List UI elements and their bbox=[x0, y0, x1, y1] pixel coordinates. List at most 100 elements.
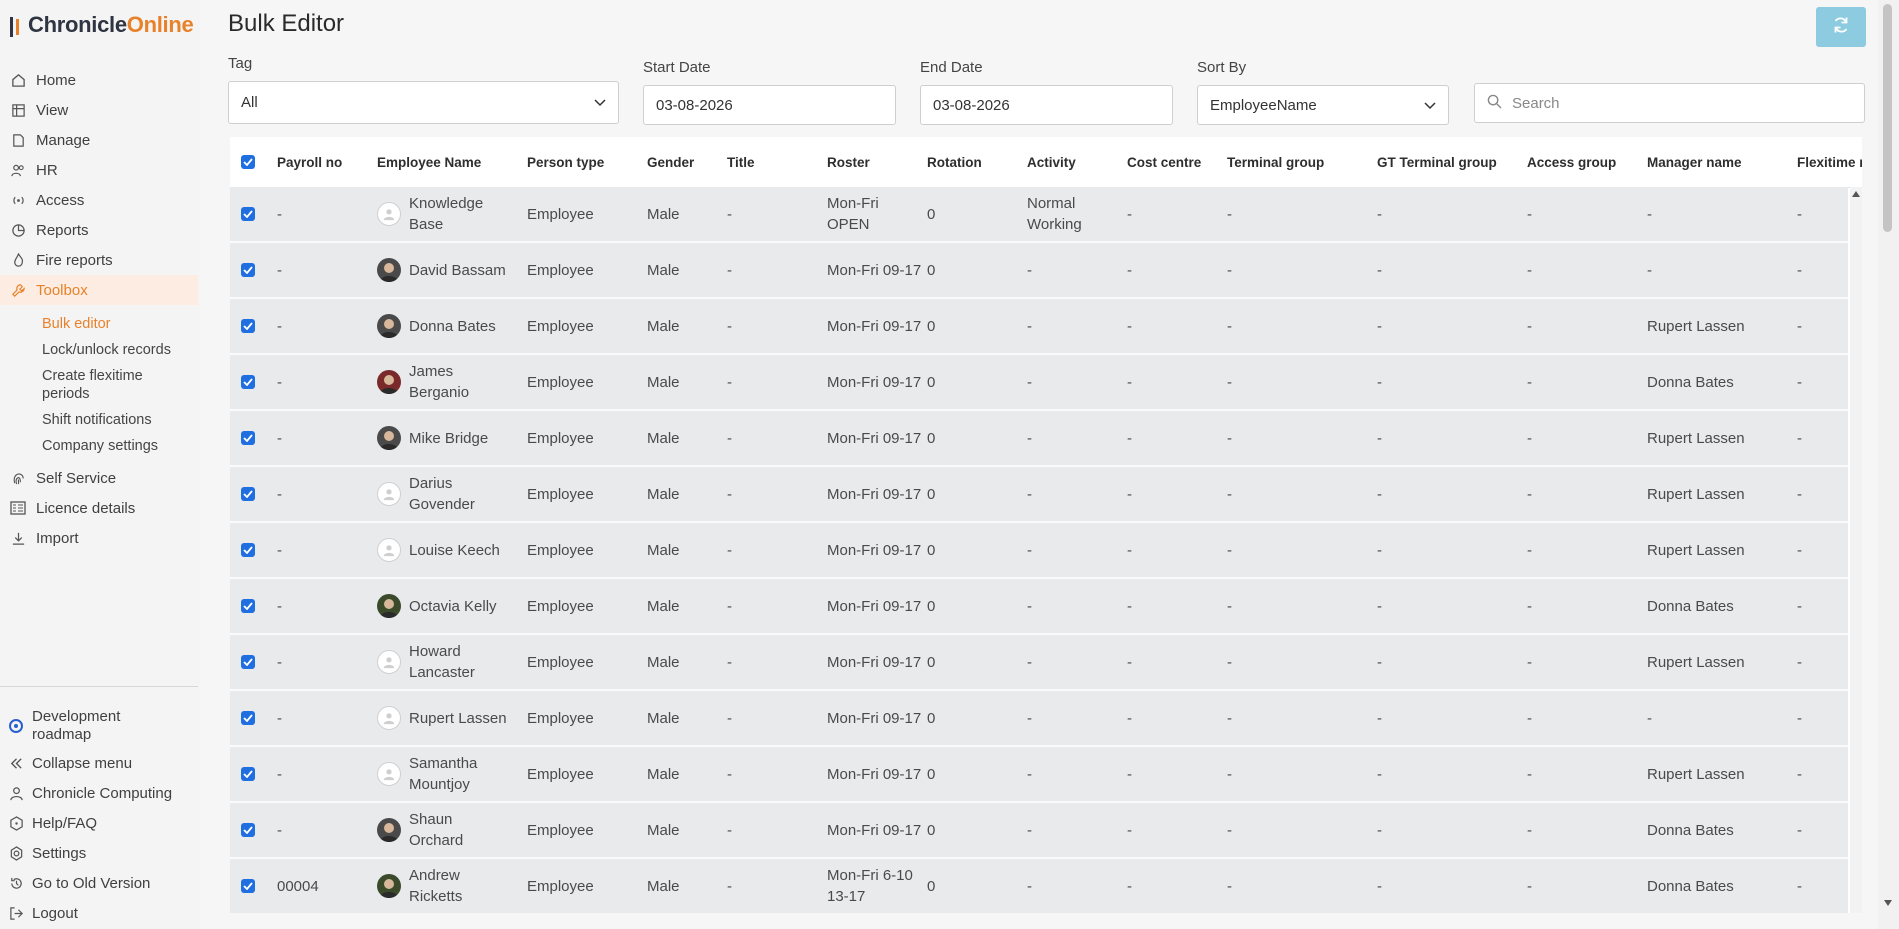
cell-manager-name[interactable]: Donna Bates bbox=[1647, 355, 1787, 409]
cell-flexitime[interactable]: - bbox=[1797, 579, 1857, 633]
cell-cost-centre[interactable]: - bbox=[1127, 579, 1217, 633]
cell-gender[interactable]: Male bbox=[647, 579, 717, 633]
cell-access-group[interactable]: - bbox=[1527, 411, 1637, 465]
cell-activity[interactable]: - bbox=[1027, 691, 1117, 745]
cell-terminal-group[interactable]: - bbox=[1227, 579, 1367, 633]
cell-manager-name[interactable]: - bbox=[1647, 187, 1787, 241]
nav-logout[interactable]: Logout bbox=[0, 898, 198, 928]
start-date-input[interactable]: 03-08-2026 bbox=[643, 85, 896, 125]
col-cost-centre[interactable]: Cost centre bbox=[1127, 137, 1201, 187]
cell-manager-name[interactable]: Donna Bates bbox=[1647, 803, 1787, 857]
cell-gender[interactable]: Male bbox=[647, 243, 717, 297]
cell-roster[interactable]: Mon-Fri 09-17 bbox=[827, 523, 922, 577]
cell-roster[interactable]: Mon-Fri 09-17 bbox=[827, 747, 922, 801]
cell-person-type[interactable]: Employee bbox=[527, 859, 637, 913]
cell-gt-terminal-group[interactable]: - bbox=[1377, 467, 1517, 521]
cell-cost-centre[interactable]: - bbox=[1127, 635, 1217, 689]
cell-activity[interactable]: - bbox=[1027, 411, 1117, 465]
cell-access-group[interactable]: - bbox=[1527, 467, 1637, 521]
cell-flexitime[interactable]: - bbox=[1797, 691, 1857, 745]
nav-chronicle-computing[interactable]: Chronicle Computing bbox=[0, 778, 198, 808]
table-row[interactable]: - Knowledge Base Employee Male - Mon-Fri OPEN… bbox=[230, 187, 1848, 243]
nav-reports[interactable]: Reports bbox=[0, 215, 198, 245]
nav-collapse-menu[interactable]: Collapse menu bbox=[0, 748, 198, 778]
table-row[interactable]: - Donna Bates Employee Male - Mon-Fri 09-17 0-… bbox=[230, 299, 1848, 355]
cell-activity[interactable]: - bbox=[1027, 747, 1117, 801]
cell-payroll[interactable]: - bbox=[277, 187, 367, 241]
cell-person-type[interactable]: Employee bbox=[527, 467, 637, 521]
cell-manager-name[interactable]: Rupert Lassen bbox=[1647, 747, 1787, 801]
cell-manager-name[interactable]: - bbox=[1647, 243, 1787, 297]
table-row[interactable]: - Rupert Lassen Employee Male - Mon-Fri 09-17… bbox=[230, 691, 1848, 747]
table-row[interactable]: - David Bassam Employee Male - Mon-Fri 09-17 0… bbox=[230, 243, 1848, 299]
cell-rotation[interactable]: 0 bbox=[927, 411, 1017, 465]
cell-access-group[interactable]: - bbox=[1527, 299, 1637, 353]
cell-payroll[interactable]: - bbox=[277, 635, 367, 689]
cell-title[interactable]: - bbox=[727, 299, 817, 353]
cell-manager-name[interactable]: - bbox=[1647, 691, 1787, 745]
table-row[interactable]: 00004 Andrew Ricketts Employee Male - Mon-Fri… bbox=[230, 859, 1848, 913]
nav-manage[interactable]: Manage bbox=[0, 125, 198, 155]
cell-access-group[interactable]: - bbox=[1527, 243, 1637, 297]
nav-old-version[interactable]: Go to Old Version bbox=[0, 868, 198, 898]
cell-person-type[interactable]: Employee bbox=[527, 691, 637, 745]
col-access-group[interactable]: Access group bbox=[1527, 137, 1616, 187]
col-roster[interactable]: Roster bbox=[827, 137, 870, 187]
sub-flexitime-periods[interactable]: Create flexitime periods bbox=[0, 367, 172, 403]
cell-employee-name[interactable]: Octavia Kelly bbox=[377, 579, 517, 633]
cell-activity[interactable]: - bbox=[1027, 859, 1117, 913]
cell-title[interactable]: - bbox=[727, 859, 817, 913]
scroll-down-arrow-icon[interactable] bbox=[1884, 900, 1892, 906]
table-row[interactable]: - James Berganio Employee Male - Mon-Fri 09-1… bbox=[230, 355, 1848, 411]
cell-title[interactable]: - bbox=[727, 635, 817, 689]
cell-cost-centre[interactable]: - bbox=[1127, 747, 1217, 801]
sub-company-settings[interactable]: Company settings bbox=[0, 437, 198, 455]
cell-activity[interactable]: - bbox=[1027, 467, 1117, 521]
cell-rotation[interactable]: 0 bbox=[927, 523, 1017, 577]
cell-rotation[interactable]: 0 bbox=[927, 467, 1017, 521]
cell-gt-terminal-group[interactable]: - bbox=[1377, 411, 1517, 465]
cell-title[interactable]: - bbox=[727, 691, 817, 745]
cell-roster[interactable]: Mon-Fri 09-17 bbox=[827, 243, 922, 297]
cell-activity[interactable]: Normal Working bbox=[1027, 187, 1117, 241]
nav-home[interactable]: Home bbox=[0, 65, 198, 95]
cell-access-group[interactable]: - bbox=[1527, 579, 1637, 633]
chronicle-logo[interactable]: ChronicleOnline bbox=[10, 12, 194, 39]
cell-flexitime[interactable]: - bbox=[1797, 243, 1857, 297]
col-gt-terminal-group[interactable]: GT Terminal group bbox=[1377, 137, 1497, 187]
cell-employee-name[interactable]: James Berganio bbox=[377, 355, 517, 409]
row-checkbox[interactable] bbox=[241, 691, 255, 745]
cell-terminal-group[interactable]: - bbox=[1227, 523, 1367, 577]
cell-flexitime[interactable]: - bbox=[1797, 411, 1857, 465]
col-gender[interactable]: Gender bbox=[647, 137, 694, 187]
row-checkbox[interactable] bbox=[241, 803, 255, 857]
row-checkbox[interactable] bbox=[241, 243, 255, 297]
tag-select[interactable]: All bbox=[228, 81, 619, 124]
cell-person-type[interactable]: Employee bbox=[527, 523, 637, 577]
sort-by-select[interactable]: EmployeeName bbox=[1197, 85, 1449, 125]
cell-manager-name[interactable]: Donna Bates bbox=[1647, 579, 1787, 633]
cell-employee-name[interactable]: Louise Keech bbox=[377, 523, 517, 577]
cell-employee-name[interactable]: Samantha Mountjoy bbox=[377, 747, 517, 801]
nav-import[interactable]: Import bbox=[0, 523, 198, 553]
cell-activity[interactable]: - bbox=[1027, 523, 1117, 577]
cell-roster[interactable]: Mon-Fri 09-17 bbox=[827, 467, 922, 521]
row-checkbox[interactable] bbox=[241, 579, 255, 633]
cell-employee-name[interactable]: Knowledge Base bbox=[377, 187, 517, 241]
col-manager-name[interactable]: Manager name bbox=[1647, 137, 1742, 187]
cell-rotation[interactable]: 0 bbox=[927, 859, 1017, 913]
cell-rotation[interactable]: 0 bbox=[927, 355, 1017, 409]
select-all-checkbox[interactable] bbox=[241, 137, 255, 187]
cell-flexitime[interactable]: - bbox=[1797, 859, 1857, 913]
row-checkbox[interactable] bbox=[241, 467, 255, 521]
nav-hr[interactable]: HR bbox=[0, 155, 198, 185]
cell-employee-name[interactable]: Howard Lancaster bbox=[377, 635, 517, 689]
cell-title[interactable]: - bbox=[727, 747, 817, 801]
cell-payroll[interactable]: - bbox=[277, 803, 367, 857]
nav-help-faq[interactable]: Help/FAQ bbox=[0, 808, 198, 838]
row-checkbox[interactable] bbox=[241, 747, 255, 801]
table-row[interactable]: - Samantha Mountjoy Employee Male - Mon-Fri 0… bbox=[230, 747, 1848, 803]
cell-activity[interactable]: - bbox=[1027, 243, 1117, 297]
nav-development-roadmap[interactable]: Development roadmap bbox=[0, 704, 198, 748]
cell-cost-centre[interactable]: - bbox=[1127, 523, 1217, 577]
